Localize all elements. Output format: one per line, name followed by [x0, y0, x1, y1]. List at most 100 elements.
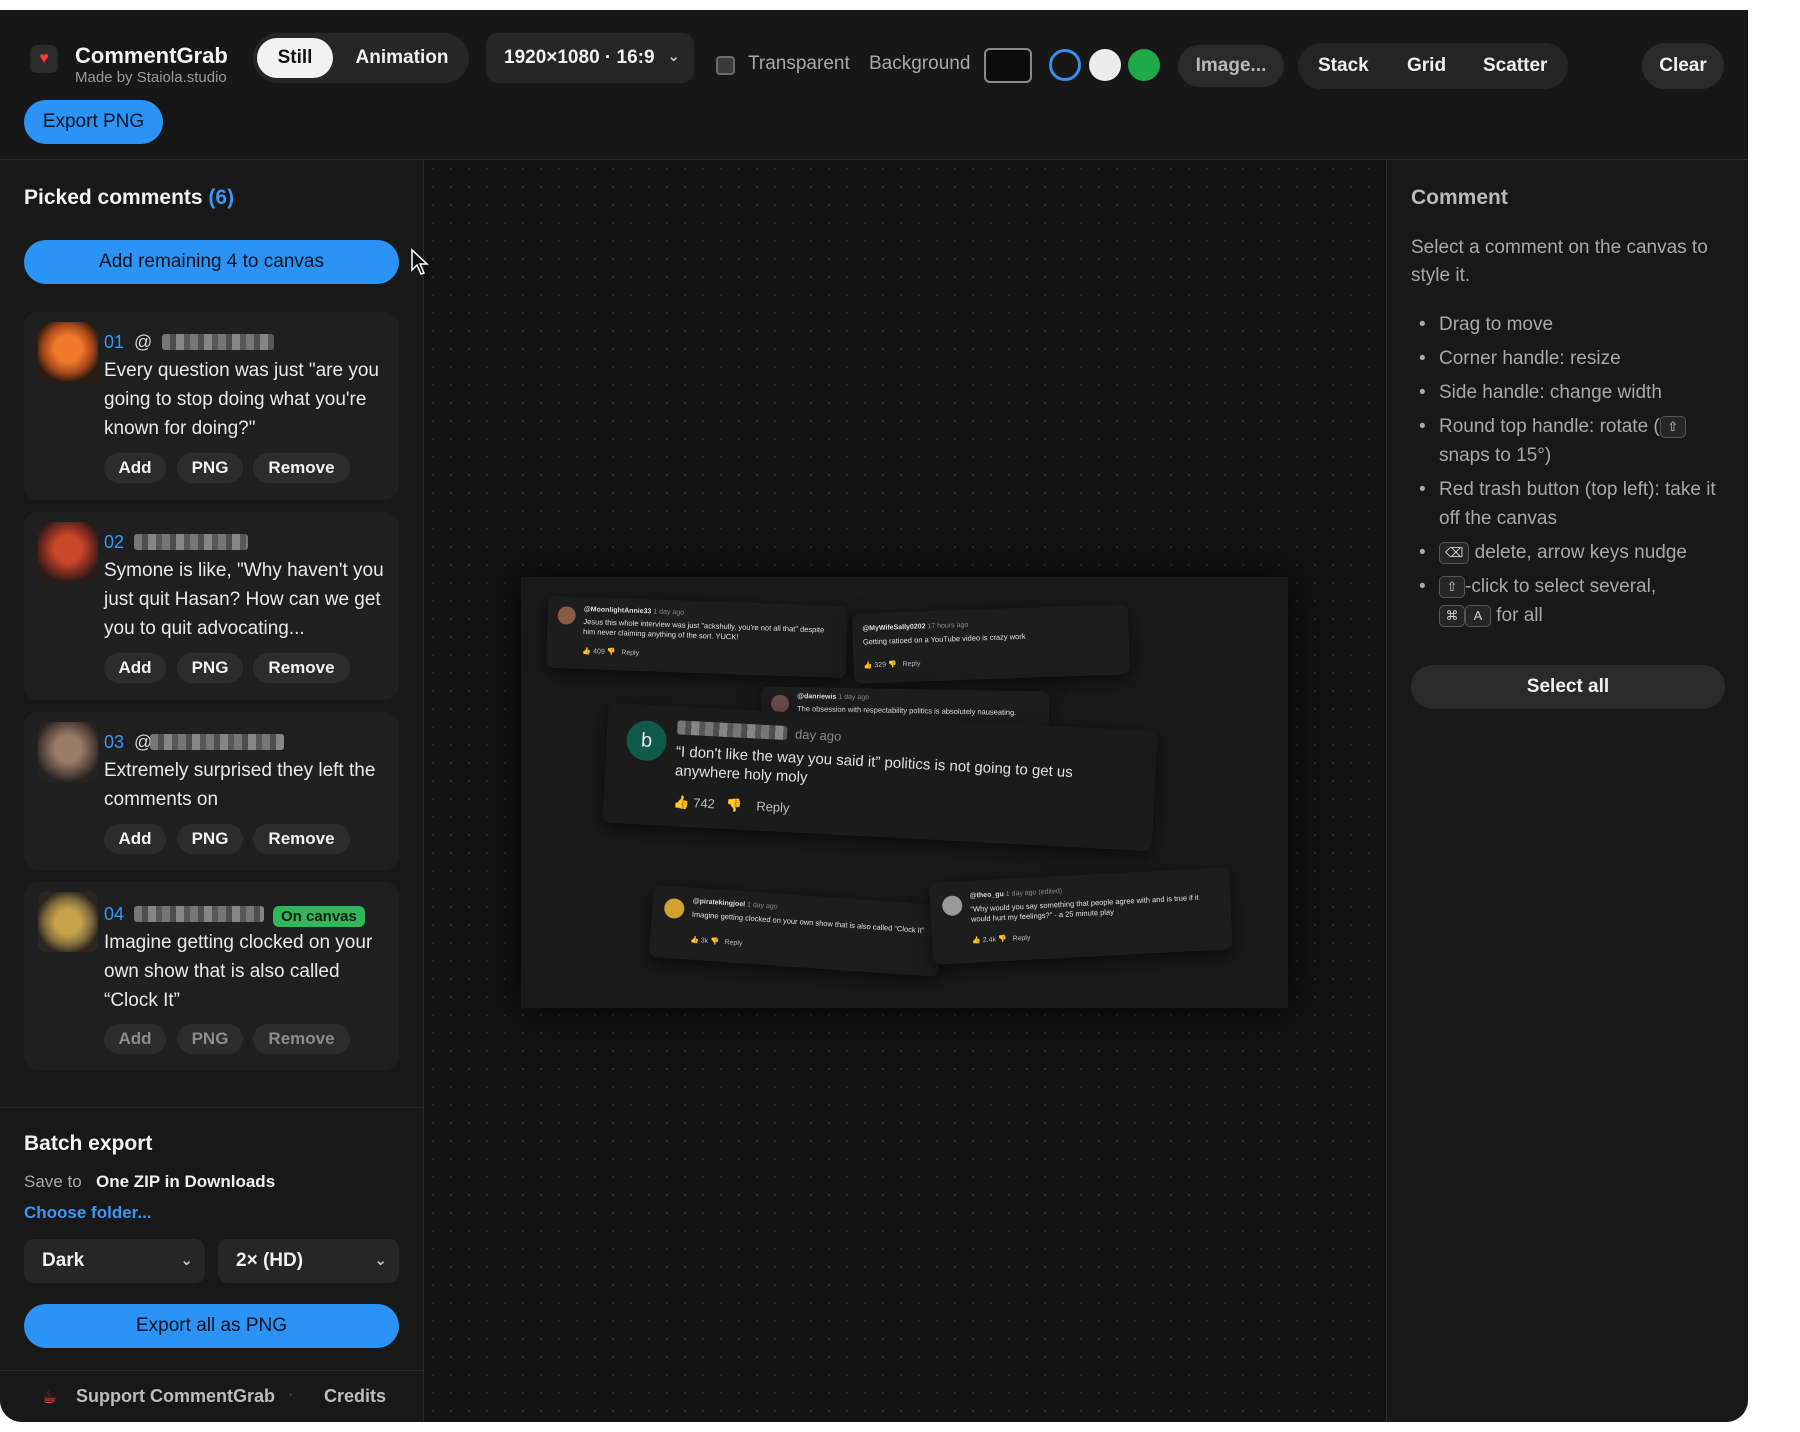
remove-button[interactable]: Remove [253, 824, 350, 854]
tip-corner: Corner handle: resize [1411, 344, 1731, 373]
chevron-down-icon: ⌄ [180, 1252, 193, 1269]
heart-icon: ♥ [30, 45, 58, 73]
background-swatch-blue[interactable] [1049, 49, 1081, 81]
shift-key: ⇧ [1659, 415, 1686, 438]
app-window: ♥ CommentGrab Made by Staiola.studio Sti… [0, 10, 1748, 1422]
png-button[interactable]: PNG [177, 1024, 243, 1054]
canvas-area[interactable]: @MoonlightAnnie33 1 day ago Jesus this w… [424, 160, 1386, 1422]
remove-button[interactable]: Remove [253, 1024, 350, 1054]
resolution-value: 1920×1080 · 16:9 [504, 47, 655, 68]
avatar [770, 694, 790, 713]
comment-actions: 👍 2.4k 👎 Reply [971, 934, 1031, 945]
avatar [38, 892, 98, 952]
comment-actions: 👍 742 👎 Reply [673, 794, 790, 816]
redacted-username [162, 334, 274, 350]
brand-name: CommentGrab [75, 43, 228, 68]
comment-user: @danriewis 1 day ago [797, 693, 870, 702]
comment-actions: 👍 3k 👎 Reply [689, 936, 743, 948]
layout-scatter-button[interactable]: Scatter [1483, 55, 1547, 77]
background-swatch-dark[interactable] [984, 48, 1032, 83]
add-button[interactable]: Add [104, 1024, 166, 1054]
png-button[interactable]: PNG [177, 653, 243, 683]
comment-card[interactable]: 01 @ Every question was just "are you go… [24, 312, 399, 500]
inspector-title: Comment [1411, 186, 1508, 209]
comment-card[interactable]: 04 On canvas Imagine getting clocked on … [24, 882, 399, 1070]
canvas-comment[interactable]: @MoonlightAnnie33 1 day ago Jesus this w… [545, 595, 849, 679]
picked-comments-count: (6) [208, 186, 235, 209]
support-link[interactable]: Support CommentGrab [76, 1386, 275, 1407]
save-to-value: One ZIP in Downloads [96, 1172, 276, 1191]
layout-grid-button[interactable]: Grid [1407, 55, 1446, 77]
select-all-button[interactable]: Select all [1411, 665, 1725, 709]
comment-card[interactable]: 03 @ Extremely surprised they left the c… [24, 712, 399, 870]
save-to-label: Save to [24, 1172, 82, 1191]
add-remaining-button[interactable]: Add remaining 4 to canvas [24, 240, 399, 284]
scale-select[interactable]: 2× (HD) ⌄ [218, 1239, 399, 1283]
background-swatch-green[interactable] [1128, 49, 1160, 81]
comment-text: Jesus this whole interview was just "ack… [582, 617, 825, 642]
cmd-key: ⌘ [1439, 604, 1465, 627]
credits-link[interactable]: Credits [324, 1386, 386, 1407]
add-button[interactable]: Add [104, 453, 166, 483]
export-all-button[interactable]: Export all as PNG [24, 1304, 399, 1348]
comment-number: 02 [104, 532, 125, 552]
comment-actions: 👍 409 👎 Reply [582, 648, 640, 657]
png-button[interactable]: PNG [177, 453, 243, 483]
clear-button[interactable]: Clear [1642, 43, 1724, 89]
layout-stack-button[interactable]: Stack [1318, 55, 1369, 77]
mode-animation-button[interactable]: Animation [341, 38, 463, 78]
comment-number: 03 [104, 732, 125, 752]
remove-button[interactable]: Remove [253, 653, 350, 683]
chevron-down-icon: ⌄ [667, 48, 680, 65]
choose-folder-link[interactable]: Choose folder... [24, 1203, 152, 1223]
resolution-select[interactable]: 1920×1080 · 16:9 ⌄ [486, 33, 694, 83]
a-key: A [1465, 604, 1491, 627]
transparent-label: Transparent [748, 53, 850, 74]
avatar [663, 897, 685, 920]
background-swatch-white[interactable] [1089, 49, 1121, 81]
canvas-comment-selected[interactable]: b day ago “I don't like the way you said… [602, 702, 1158, 852]
image-background-button[interactable]: Image... [1178, 45, 1284, 87]
redacted-username [676, 720, 788, 741]
tip-delete: ⌫ delete, arrow keys nudge [1411, 538, 1731, 567]
canvas-comment[interactable]: @MyWifeSally0202 17 hours ago Getting ra… [851, 604, 1131, 684]
mode-toggle: Still Animation [253, 33, 469, 83]
comment-text: Imagine getting clocked on your own show… [691, 909, 925, 935]
export-png-button[interactable]: Export PNG [24, 100, 163, 144]
comment-number: 01 [104, 332, 125, 352]
canvas-comment[interactable]: @piratekingjoel 1 day ago Imagine gettin… [648, 884, 944, 978]
avatar: b [625, 719, 668, 762]
comment-user: @MyWifeSally0202 17 hours ago [862, 621, 969, 633]
transparent-checkbox[interactable] [716, 56, 735, 75]
avatar [38, 722, 98, 782]
toolbar: ♥ CommentGrab Made by Staiola.studio Sti… [0, 10, 1748, 160]
brand-subtitle[interactable]: Made by Staiola.studio [75, 69, 227, 86]
comment-user: @piratekingjoel 1 day ago [692, 897, 778, 911]
scale-value: 2× (HD) [236, 1250, 304, 1271]
add-button[interactable]: Add [104, 824, 166, 854]
png-button[interactable]: PNG [177, 824, 243, 854]
mouse-cursor-icon [411, 248, 429, 275]
background-label: Background [869, 53, 971, 74]
avatar [941, 895, 963, 917]
avatar [38, 522, 98, 582]
comment-text: “I don't like the way you said it” polit… [674, 743, 1074, 787]
theme-select[interactable]: Dark ⌄ [24, 1239, 205, 1283]
coffee-icon: ☕ [42, 1388, 58, 1407]
canvas-comment[interactable]: @theo_gu 1 day ago (edited) “Why would y… [929, 867, 1233, 965]
tip-drag: Drag to move [1411, 310, 1731, 339]
comment-user: @MoonlightAnnie33 1 day ago [583, 606, 685, 617]
add-button[interactable]: Add [104, 653, 166, 683]
remove-button[interactable]: Remove [253, 453, 350, 483]
tip-side: Side handle: change width [1411, 378, 1731, 407]
panel-footer: ☕ Support CommentGrab · Credits [0, 1370, 424, 1422]
comment-card[interactable]: 02 Symone is like, "Why haven't you just… [24, 512, 399, 700]
footer-separator: · [288, 1386, 294, 1403]
layout-group: Stack Grid Scatter [1298, 43, 1568, 89]
artboard[interactable]: @MoonlightAnnie33 1 day ago Jesus this w… [521, 577, 1288, 1008]
comment-actions: 👍 329 👎 Reply [863, 660, 921, 670]
mode-still-button[interactable]: Still [257, 38, 333, 78]
comment-number: 04 [104, 904, 125, 924]
shift-key: ⇧ [1439, 575, 1465, 598]
redacted-username [150, 734, 284, 750]
